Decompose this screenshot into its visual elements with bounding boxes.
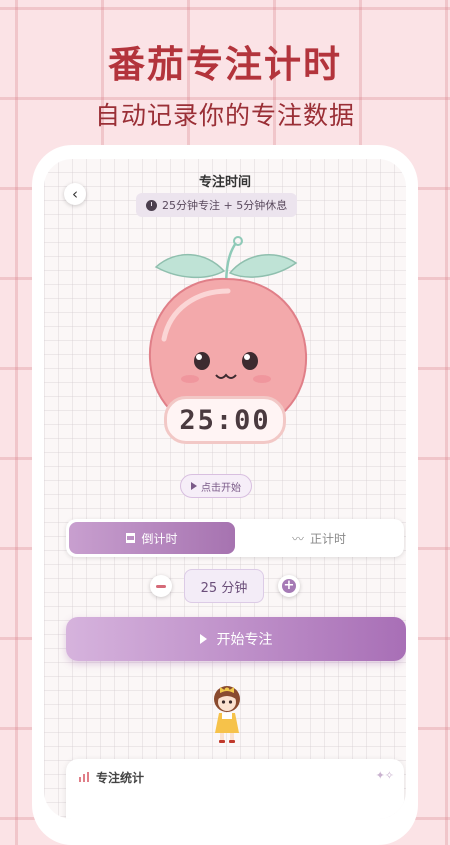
minus-icon: [156, 584, 166, 588]
bar-chart-icon: [79, 772, 89, 782]
clock-icon: [146, 199, 157, 211]
decrease-duration-button[interactable]: [150, 575, 172, 597]
tab-countdown[interactable]: 倒计时: [69, 522, 235, 554]
plus-icon: +: [282, 578, 296, 593]
timer-display: 25:00: [164, 396, 286, 444]
stats-title: 专注统计: [96, 771, 145, 785]
mode-info-text: 25分钟专注 + 5分钟休息: [162, 199, 288, 212]
start-hint-label: 点击开始: [201, 482, 241, 494]
promo-subline: 自动记录你的专注数据: [94, 101, 355, 130]
start-focus-label: 开始专注: [216, 632, 273, 648]
play-icon: [191, 482, 197, 490]
duration-value[interactable]: 25 分钟: [184, 569, 264, 603]
timer-mode-toggle: 倒计时 〰 正计时: [66, 519, 404, 557]
tab-countup[interactable]: 〰 正计时: [236, 522, 402, 554]
page-title: 专注时间: [198, 175, 251, 190]
start-hint-button[interactable]: 点击开始: [180, 474, 252, 498]
wave-icon: 〰: [291, 531, 304, 546]
sparkle-icon: ✦✧: [375, 769, 394, 782]
phone-frame: ‹ 专注时间 25分钟专注 + 5分钟休息 25:00 点击开始 倒计时 〰 正…: [32, 145, 418, 845]
tab-countup-label: 正计时: [310, 531, 347, 546]
hourglass-icon: [126, 533, 136, 543]
start-focus-button[interactable]: 开始专注: [66, 617, 406, 661]
focus-stats-card[interactable]: 专注统计 ✦✧: [66, 759, 404, 819]
app-screen: ‹ 专注时间 25分钟专注 + 5分钟休息 25:00 点击开始 倒计时 〰 正…: [44, 159, 406, 819]
promo-headline: 番茄专注计时: [108, 43, 342, 86]
girl-mascot-illustration: [214, 686, 240, 743]
mode-info-pill: 25分钟专注 + 5分钟休息: [136, 193, 298, 217]
play-icon: [199, 634, 207, 644]
tab-countdown-label: 倒计时: [141, 531, 178, 546]
increase-duration-button[interactable]: +: [278, 575, 300, 597]
